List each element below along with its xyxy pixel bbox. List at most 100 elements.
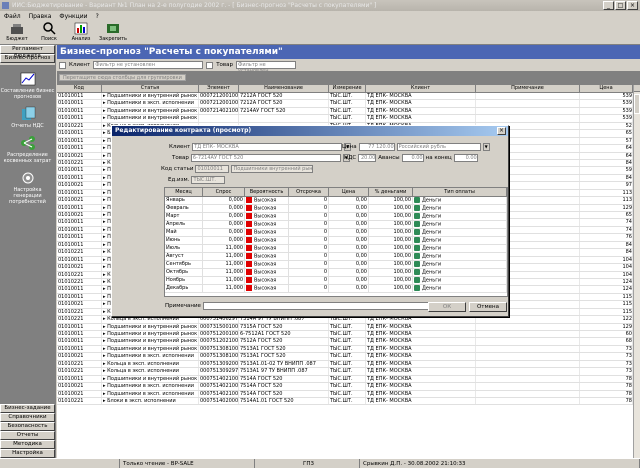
minimize-button[interactable]: _	[603, 1, 614, 10]
table-row[interactable]: 01010011▸ Подшипники и внутренний рынок0…	[57, 375, 633, 384]
panel-security[interactable]: Безопасность	[0, 422, 55, 431]
col-article[interactable]: Статья	[102, 85, 199, 92]
panel-settings[interactable]: Настройка	[0, 449, 55, 458]
menu-edit[interactable]: Правка	[29, 13, 52, 20]
table-cell: ТД ЕПК- МОСКВА	[366, 115, 476, 122]
nav-forecast-compose[interactable]: Составление бизнес прогнозов	[0, 71, 55, 100]
panel-reports[interactable]: Отчеты	[0, 431, 55, 440]
table-cell: ТД ЕПК- МОСКВА	[366, 345, 476, 353]
month-cell: 0,000	[203, 197, 245, 204]
analysis-button[interactable]: Анализ	[66, 21, 96, 45]
cancel-button[interactable]: Отмена	[469, 302, 507, 312]
client-filter-combo[interactable]: Фильтр не установлен	[93, 61, 204, 69]
table-cell: 000721402100	[200, 107, 239, 115]
month-row[interactable]: Май 0,000 Высокая 0 0,00 100,00 Деньги	[165, 229, 507, 237]
month-row[interactable]: Ноябрь 11,000 Высокая 0 0,00 100,00 Деньги	[165, 277, 507, 285]
table-cell: 01010221	[57, 271, 102, 278]
col-demand[interactable]: Спрос	[203, 188, 245, 196]
advance-field[interactable]: 0.00	[401, 154, 424, 162]
panel-business-forecast[interactable]: Бизнес-прогноз	[0, 54, 55, 63]
maximize-button[interactable]: □	[615, 1, 626, 10]
vat-field[interactable]: 20.00	[358, 154, 377, 162]
table-cell: 01010011	[57, 100, 102, 107]
col-dprice[interactable]: Цена	[329, 188, 369, 196]
table-row[interactable]: 01010011▸ Подшипники и внутренний рынок0…	[57, 345, 633, 354]
group-bar[interactable]: Перетащите сюда столбцы для группировки	[57, 71, 640, 85]
scroll-up-button[interactable]	[634, 85, 640, 92]
table-row[interactable]: 01010221 ▸ Кольца в эксп. исполнении 00075…	[57, 360, 633, 369]
col-price[interactable]: Цена	[580, 85, 633, 92]
article-text: Подшипники и внутренний рынок	[107, 338, 198, 345]
ok-button[interactable]: ОК	[428, 302, 466, 312]
col-cash-percent[interactable]: % деньгами	[369, 188, 413, 196]
panel-references[interactable]: Справочники	[0, 413, 55, 422]
table-row[interactable]: 01010011▸ Подшипники и внутренний рынок0…	[57, 323, 633, 331]
month-row[interactable]: Июнь 0,000 Высокая 0 0,00 100,00 Деньги	[165, 237, 507, 245]
nav-needs-generation[interactable]: Настройка генерации потребностей	[0, 170, 55, 205]
table-row[interactable]: 01010011▸ Подшипники и внутренний рынок0…	[57, 338, 633, 346]
nav-vat-reports[interactable]: Отчеты НДС	[0, 106, 55, 129]
client-filter-checkbox[interactable]	[59, 61, 66, 69]
client-field[interactable]: ТД ЕПК- МОСКВА	[192, 143, 343, 151]
table-cell: 01010021	[57, 353, 102, 360]
pin-button[interactable]: Закрепить	[98, 21, 128, 45]
month-row[interactable]: Март 0,000 Высокая 0 0,00 100,00 Деньги	[165, 213, 507, 221]
col-unit[interactable]: Измерение	[329, 85, 366, 92]
table-row[interactable]: 01010011▸ Подшипники и внутренний рынок0…	[57, 331, 633, 339]
table-row[interactable]: 01010021▸ Подшипники в эксп. исполнении0…	[57, 390, 633, 398]
price-field[interactable]: 77 120.00	[358, 143, 395, 151]
col-payment-type[interactable]: Тип оплаты	[413, 188, 507, 196]
col-client[interactable]: Клиент	[366, 85, 476, 92]
dialog-close-button[interactable]: ×	[497, 127, 506, 135]
vertical-scrollbar[interactable]	[633, 85, 640, 458]
col-delay[interactable]: Отсрочка	[289, 188, 329, 196]
product-filter-combo[interactable]: Фильтр не установлен	[236, 61, 297, 74]
note-field[interactable]	[202, 302, 433, 310]
col-code[interactable]: Код	[57, 85, 102, 92]
table-row[interactable]: 01010011 ▸ Подшипники в эксп. исполнении 0…	[57, 100, 633, 108]
month-row[interactable]: Январь 0,000 Высокая 0 0,00 100,00 Деньги	[165, 197, 507, 205]
currency-field[interactable]: Российский рубль	[396, 143, 481, 151]
month-row[interactable]: Октябрь 11,000 Высокая 0 0,00 100,00 Деньги	[165, 269, 507, 277]
col-note[interactable]: Примечание	[476, 85, 580, 92]
month-row[interactable]: Февраль 0,000 Высокая 0 0,00 100,00 Деньги	[165, 205, 507, 213]
menu-help[interactable]: ?	[96, 13, 99, 20]
menu-file[interactable]: Файл	[4, 13, 21, 20]
col-element[interactable]: Элемент	[199, 85, 239, 92]
month-row[interactable]: Сентябрь 11,000 Высокая 0 0,00 100,00 Деньги	[165, 261, 507, 269]
panel-business-task[interactable]: Бизнес-задание	[0, 404, 55, 413]
month-row[interactable]: Июль 11,000 Высокая 0 0,00 100,00 Деньги	[165, 245, 507, 253]
table-cell: 7514А ГОСТ 520	[239, 375, 329, 383]
table-cell: 000751200100	[200, 331, 239, 338]
table-cell: 000751309200	[200, 360, 239, 368]
budget-button[interactable]: Бюджет	[2, 21, 32, 45]
table-row[interactable]: 01010011▸ Подшипники и внутренний рынок0…	[57, 107, 633, 116]
table-row[interactable]: 01010221▸ Кольца в эксп. исполнении00073…	[57, 316, 633, 324]
table-row[interactable]: 01010221 ▸ Блоки в эксп. исполнении 000751…	[57, 397, 633, 406]
panel-budget-regulation[interactable]: Регламент бюджета	[0, 45, 55, 59]
nav-indirect-costs[interactable]: Распределение косвенных затрат	[0, 135, 55, 164]
col-name[interactable]: Наименование	[239, 85, 329, 92]
table-row[interactable]: 01010221 ▸ Кольца в эксп. исполнении 00075…	[57, 368, 633, 376]
month-row[interactable]: Декабрь 11,000 Высокая 0 0,00 100,00 Деньги	[165, 285, 507, 293]
table-row[interactable]: 01010021▸ Подшипники в эксп. исполнении0…	[57, 383, 633, 391]
scroll-thumb[interactable]	[634, 94, 640, 114]
table-row[interactable]: 01010011▸ Подшипники и внутренний рынок Т…	[57, 115, 633, 123]
product-field[interactable]: 6-7214АУ ГОСТ 520	[190, 154, 341, 162]
currency-dropdown-button[interactable]: ▼	[482, 143, 490, 151]
table-row[interactable]: 01010021▸ Подшипники в эксп. исполнении0…	[57, 353, 633, 361]
month-cell-text: Высокая	[254, 277, 277, 284]
panel-methodology[interactable]: Методика	[0, 440, 55, 449]
product-filter-checkbox[interactable]	[206, 61, 214, 69]
col-month[interactable]: Месяц	[165, 188, 203, 196]
close-button[interactable]: ×	[627, 1, 638, 10]
table-row[interactable]: 01010011▸ Подшипники и внутренний рынок0…	[57, 93, 633, 101]
col-probability[interactable]: Вероятность	[245, 188, 289, 196]
month-row[interactable]: Август 11,000 Высокая 0 0,00 100,00 Деньги	[165, 253, 507, 261]
menu-functions[interactable]: Функции	[59, 13, 87, 20]
end-field[interactable]: 0.00	[453, 154, 478, 162]
table-cell: ТЫС.ШТ.	[329, 316, 366, 323]
article-text: Подшипники в эксп. исполнении	[107, 390, 194, 397]
search-button[interactable]: Поиск	[34, 21, 64, 45]
month-row[interactable]: Апрель 0,000 Высокая 0 0,00 100,00 Деньги	[165, 221, 507, 229]
